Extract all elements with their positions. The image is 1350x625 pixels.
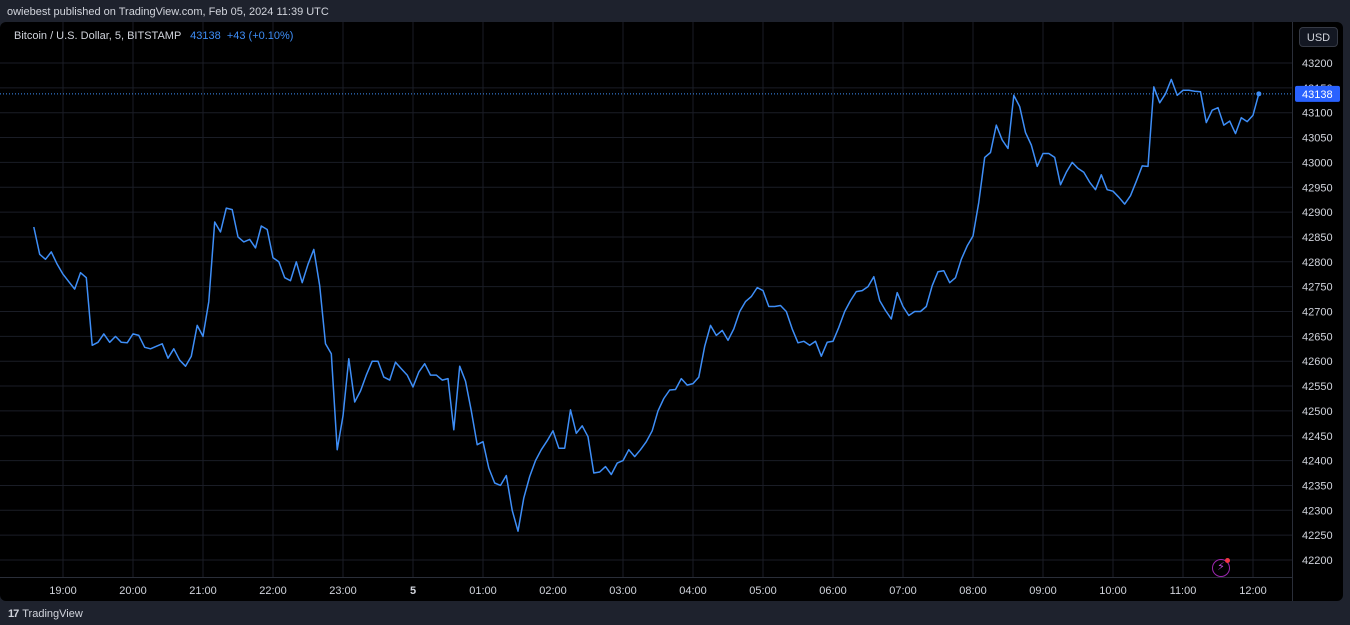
last-value: 43138 xyxy=(190,30,221,42)
x-tick-label: 10:00 xyxy=(1099,585,1127,597)
price-line-series xyxy=(33,78,1260,532)
y-tick-label: 42750 xyxy=(1302,282,1333,294)
y-tick-label: 42850 xyxy=(1302,232,1333,244)
symbol-title: Bitcoin / U.S. Dollar, 5, BITSTAMP xyxy=(14,30,182,42)
y-tick-label: 43000 xyxy=(1302,157,1333,169)
y-tick-label: 42500 xyxy=(1302,406,1333,418)
x-tick-label: 03:00 xyxy=(609,585,637,597)
x-tick-label: 12:00 xyxy=(1239,585,1267,597)
price-chart[interactable]: 4320043150431004305043000429504290042850… xyxy=(0,22,1343,601)
currency-button[interactable]: USD xyxy=(1299,27,1338,47)
flash-icon[interactable]: ⚡ xyxy=(1212,558,1230,577)
x-tick-label: 11:00 xyxy=(1170,585,1197,597)
x-tick-label: 02:00 xyxy=(539,585,567,597)
brand-name: TradingView xyxy=(22,608,83,620)
x-tick-label: 22:00 xyxy=(259,585,287,597)
y-tick-label: 42550 xyxy=(1302,381,1333,393)
x-tick-label: 23:00 xyxy=(329,585,357,597)
y-tick-label: 43200 xyxy=(1302,58,1333,70)
y-tick-label: 42650 xyxy=(1302,331,1333,343)
chart-area[interactable]: 4320043150431004305043000429504290042850… xyxy=(0,22,1343,601)
y-tick-label: 42700 xyxy=(1302,307,1333,319)
notification-dot xyxy=(1225,558,1230,563)
last-price-marker xyxy=(1256,91,1262,97)
x-tick-label: 04:00 xyxy=(679,585,707,597)
x-tick-label: 21:00 xyxy=(189,585,217,597)
y-tick-label: 42450 xyxy=(1302,431,1333,443)
footer-bar: 17 TradingView xyxy=(0,601,1350,625)
y-tick-label: 42900 xyxy=(1302,207,1333,219)
y-tick-label: 43100 xyxy=(1302,108,1333,120)
y-tick-label: 43050 xyxy=(1302,133,1333,145)
publish-info-bar: owiebest published on TradingView.com, F… xyxy=(0,0,1350,22)
x-tick-label: 08:00 xyxy=(959,585,987,597)
publish-info-text: owiebest published on TradingView.com, F… xyxy=(7,6,329,18)
x-tick-label: 05:00 xyxy=(749,585,777,597)
x-tick-label: 01:00 xyxy=(469,585,497,597)
chart-legend: Bitcoin / U.S. Dollar, 5, BITSTAMP 43138… xyxy=(14,30,293,42)
y-tick-label: 42800 xyxy=(1302,257,1333,269)
y-tick-label: 42200 xyxy=(1302,555,1333,567)
x-tick-label: 06:00 xyxy=(819,585,847,597)
y-tick-label: 42950 xyxy=(1302,182,1333,194)
x-tick-label: 20:00 xyxy=(119,585,147,597)
x-tick-label: 19:00 xyxy=(49,585,77,597)
y-tick-label: 42350 xyxy=(1302,480,1333,492)
x-tick-label: 09:00 xyxy=(1029,585,1057,597)
tradingview-brand[interactable]: 17 TradingView xyxy=(8,608,83,620)
x-tick-label: 5 xyxy=(410,585,416,597)
x-tick-label: 07:00 xyxy=(889,585,917,597)
price-change: +43 (+0.10%) xyxy=(226,30,294,42)
y-tick-label: 42250 xyxy=(1302,530,1333,542)
tradingview-logo-icon: 17 xyxy=(8,608,19,620)
y-tick-label: 42300 xyxy=(1302,505,1333,517)
y-tick-label: 42600 xyxy=(1302,356,1333,368)
y-tick-label: 42400 xyxy=(1302,456,1333,468)
last-price-tag-label: 43138 xyxy=(1302,89,1333,101)
